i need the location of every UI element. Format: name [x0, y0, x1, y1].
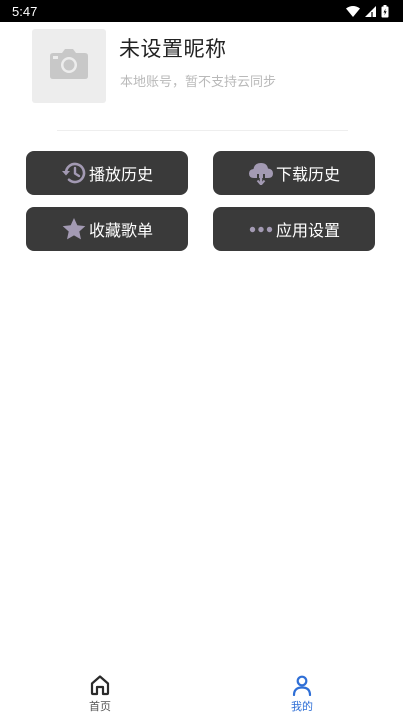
download-history-label: 下载历史 [275, 165, 340, 184]
status-icons [346, 4, 389, 18]
nickname[interactable]: 未设置昵称 [119, 33, 227, 63]
camera-icon [50, 49, 88, 83]
history-icon [61, 161, 87, 185]
account-description: 本地账号，暂不支持云同步 [120, 75, 277, 90]
nav-home-label: 首页 [89, 700, 111, 713]
nav-mine-label: 我的 [291, 700, 313, 713]
cellular-signal-icon [365, 5, 376, 17]
play-history-button[interactable]: 播放历史 [26, 151, 188, 195]
user-icon [291, 674, 313, 698]
avatar[interactable] [32, 29, 106, 103]
battery-icon [381, 4, 389, 18]
bottom-nav: 首页 我的 [0, 668, 403, 718]
star-icon [61, 217, 87, 241]
home-icon [89, 674, 111, 698]
divider [57, 130, 348, 131]
app-settings-button[interactable]: 应用设置 [213, 207, 375, 251]
favorite-playlists-label: 收藏歌单 [88, 221, 153, 240]
download-history-button[interactable]: 下载历史 [213, 151, 375, 195]
nav-tab-mine[interactable]: 我的 [272, 674, 332, 714]
cloud-download-icon [248, 161, 274, 185]
play-history-label: 播放历史 [88, 165, 153, 184]
status-bar: 5:47 [0, 0, 403, 22]
more-dots-icon [248, 217, 274, 241]
wifi-icon [346, 5, 360, 17]
nav-tab-home[interactable]: 首页 [70, 674, 130, 714]
mine-screen: 5:47 未设置昵称 本地账号，暂不支持云同步 播放历史 下载历史 收藏歌单 应… [0, 0, 403, 718]
status-time: 5:47 [12, 3, 38, 19]
app-settings-label: 应用设置 [275, 221, 340, 240]
favorite-playlists-button[interactable]: 收藏歌单 [26, 207, 188, 251]
